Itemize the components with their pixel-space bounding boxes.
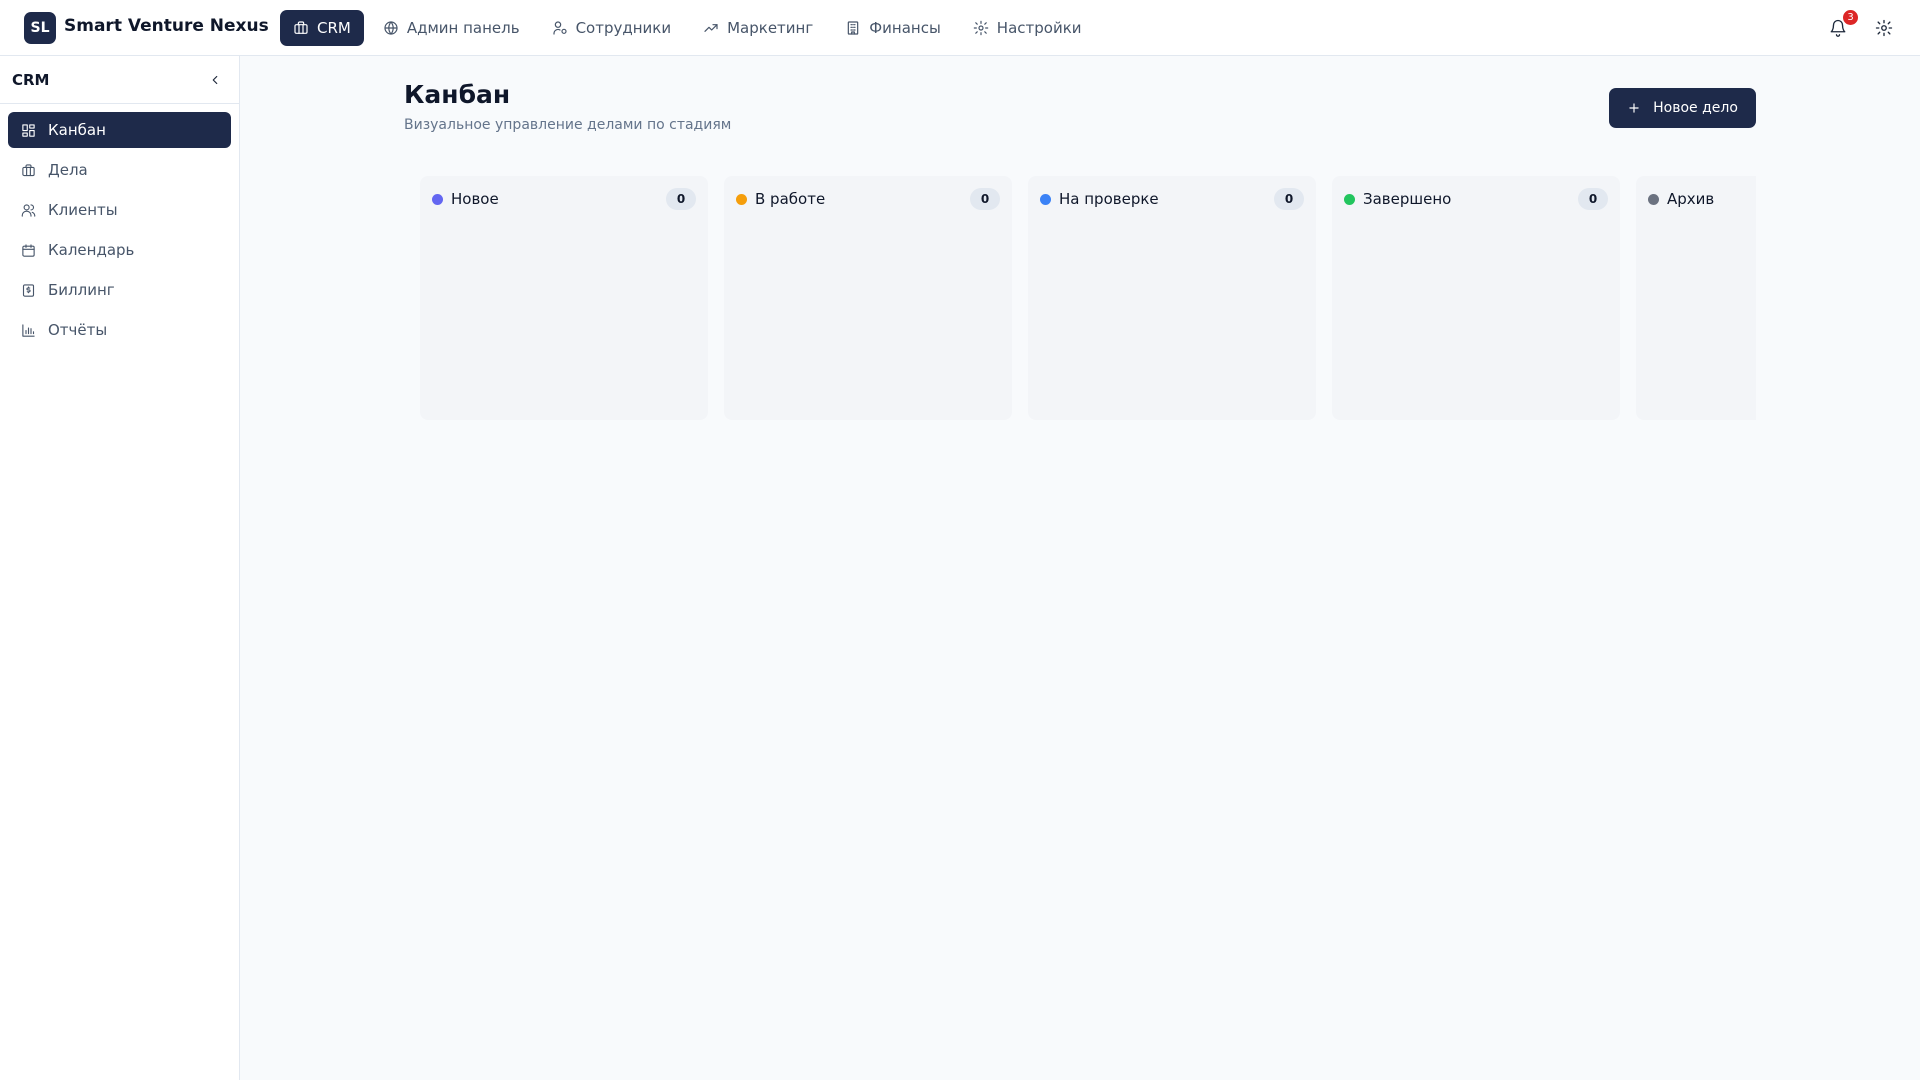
notifications-badge: 3 [1843, 10, 1858, 25]
nav-item-crm[interactable]: CRM [280, 10, 364, 46]
nav-item-label: Финансы [869, 19, 941, 37]
kanban-column-archive[interactable]: Архив 0 [1636, 176, 1756, 420]
sidebar-item-label: Отчёты [48, 321, 108, 339]
kanban-columns: Новое 0 В работе 0 На проверке 0 Заверше… [420, 176, 1756, 420]
sidebar-item-label: Дела [48, 161, 88, 179]
users-icon [21, 203, 36, 217]
column-title: В работе [755, 190, 826, 208]
chevron-left-icon [212, 75, 218, 84]
column-title: Архив [1667, 190, 1715, 208]
column-header: Новое 0 [432, 188, 696, 210]
column-title: На проверке [1059, 190, 1159, 208]
sidebar-item-calendar[interactable]: Календарь [8, 232, 231, 268]
briefcase-icon [294, 21, 308, 34]
sidebar-title: CRM [12, 70, 50, 89]
column-count-badge: 0 [666, 188, 696, 210]
sidebar-header: CRM [0, 56, 239, 104]
column-header: На проверке 0 [1040, 188, 1304, 210]
nav-item-label: Сотрудники [575, 19, 672, 37]
column-title: Завершено [1363, 190, 1452, 208]
sidebar-item-cases[interactable]: Дела [8, 152, 231, 188]
nav-item-marketing[interactable]: Маркетинг [690, 10, 826, 46]
calendar-icon [22, 243, 35, 257]
status-dot [1040, 193, 1051, 205]
column-count-badge: 0 [1578, 188, 1608, 210]
kanban-column-review[interactable]: На проверке 0 [1028, 176, 1316, 420]
nav-item-label: Маркетинг [727, 19, 814, 37]
building-icon [847, 21, 859, 35]
kanban-column-done[interactable]: Завершено 0 [1332, 176, 1620, 420]
sidebar-item-label: Канбан [48, 121, 106, 139]
status-dot [1344, 193, 1355, 205]
nav-item-label: Админ панель [406, 19, 520, 37]
page-subtitle: Визуальное управление делами по стадиям [404, 117, 732, 133]
kanban-column-in-progress[interactable]: В работе 0 [724, 176, 1012, 420]
status-dot [736, 193, 747, 205]
nav-item-label: Настройки [996, 19, 1082, 37]
briefcase-icon [22, 163, 35, 176]
settings-button[interactable] [1872, 16, 1896, 40]
trending-up-icon [704, 24, 718, 32]
nav-item-label: CRM [317, 19, 351, 37]
header-actions: 3 [1826, 10, 1896, 44]
nav-item-finance[interactable]: Финансы [832, 10, 954, 46]
app-logo[interactable]: SL [24, 12, 56, 44]
kanban-column-new[interactable]: Новое 0 [420, 176, 708, 420]
status-dot [1648, 193, 1659, 205]
sidebar: CRM Канбан Дела Клиенты Календарь Биллин… [0, 56, 240, 1080]
page-title: Канбан [404, 80, 511, 109]
column-header: В работе 0 [736, 188, 1000, 210]
new-case-button-label: Новое дело [1653, 100, 1738, 116]
column-title: Новое [451, 190, 499, 208]
receipt-icon [22, 283, 35, 297]
nav-item-employees[interactable]: Сотрудники [539, 10, 685, 46]
notifications-button[interactable]: 3 [1826, 10, 1858, 40]
column-count-badge: 0 [1274, 188, 1304, 210]
sidebar-item-reports[interactable]: Отчёты [8, 312, 231, 348]
grid-icon [22, 123, 35, 137]
sidebar-item-label: Календарь [48, 241, 135, 259]
new-case-button[interactable]: Новое дело [1609, 88, 1756, 128]
top-bar: SL Smart Venture Nexus CRM Админ панель … [0, 0, 1920, 56]
column-count-badge: 0 [970, 188, 1000, 210]
sidebar-item-billing[interactable]: Биллинг [8, 272, 231, 308]
gear-icon [973, 20, 989, 36]
sidebar-list: Канбан Дела Клиенты Календарь Биллинг От… [0, 104, 239, 360]
sidebar-item-clients[interactable]: Клиенты [8, 192, 231, 228]
collapse-sidebar-button[interactable] [205, 70, 225, 90]
user-cog-icon [552, 21, 567, 35]
app-name: Smart Venture Nexus [64, 16, 269, 36]
bar-chart-icon [22, 323, 35, 337]
column-header: Завершено 0 [1344, 188, 1608, 210]
kanban-board: Новое 0 В работе 0 На проверке 0 Заверше… [420, 176, 1756, 420]
sidebar-item-label: Клиенты [48, 201, 118, 219]
status-dot [432, 193, 443, 205]
plus-icon [1629, 103, 1639, 113]
gear-icon [1875, 19, 1893, 37]
globe-icon [384, 21, 398, 35]
column-header: Архив 0 [1648, 188, 1756, 210]
nav-item-settings[interactable]: Настройки [960, 10, 1095, 46]
main-nav: CRM Админ панель Сотрудники Маркетинг Фи… [280, 10, 1095, 46]
sidebar-item-label: Биллинг [48, 281, 115, 299]
nav-item-admin[interactable]: Админ панель [370, 10, 533, 46]
sidebar-item-kanban[interactable]: Канбан [8, 112, 231, 148]
